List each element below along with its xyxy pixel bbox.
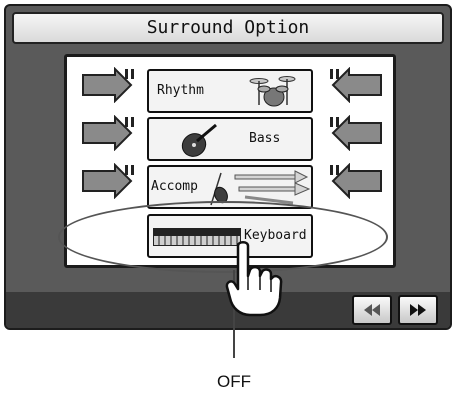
- speaker-left-arrow-icon: [82, 67, 134, 103]
- speaker-left-arrow-icon: [82, 115, 134, 151]
- double-right-arrow-icon: [410, 304, 426, 316]
- part-button-bass[interactable]: Bass: [147, 117, 313, 161]
- speaker-left-arrow-icon: [82, 163, 134, 199]
- drum-kit-icon: [249, 76, 296, 107]
- next-page-button[interactable]: [398, 295, 438, 325]
- prev-page-button[interactable]: [352, 295, 392, 325]
- speaker-right-arrow-icon: [330, 115, 382, 151]
- double-left-arrow-icon: [364, 304, 380, 316]
- double-bass-icon: [181, 123, 217, 157]
- off-callout-label: OFF: [217, 372, 251, 391]
- part-button-rhythm[interactable]: Rhythm: [147, 69, 313, 113]
- part-label-bass: Bass: [249, 131, 281, 146]
- speaker-right-arrow-icon: [330, 67, 382, 103]
- speaker-right-arrow-icon: [330, 163, 382, 199]
- screen-title: Surround Option: [12, 12, 444, 44]
- part-label-rhythm: Rhythm: [157, 83, 204, 98]
- pointing-hand-icon: [225, 241, 283, 317]
